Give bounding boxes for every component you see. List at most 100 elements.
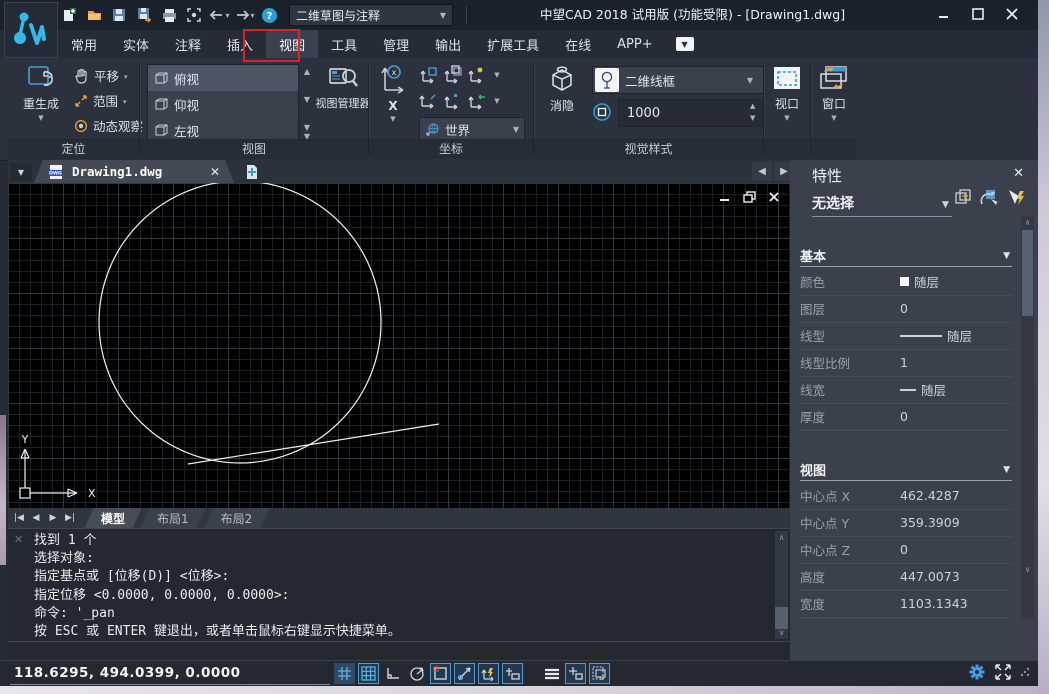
tab-app-plus[interactable]: APP+ [604,30,665,58]
dynamic-input-toggle[interactable] [502,663,523,684]
fullscreen-icon[interactable] [994,664,1012,680]
tab-online[interactable]: 在线 [552,30,604,58]
prop-row-center-y[interactable]: 中心点 Y 359.3909 [800,509,1012,537]
tab-common[interactable]: 常用 [58,30,110,58]
workspace-selector[interactable]: 二维草图与注释 ▼ [289,4,453,26]
regen-button[interactable]: 重生成 ▼ [16,64,66,122]
prop-row-lineweight[interactable]: 线宽 随层 [800,376,1012,404]
status-menu-button[interactable] [541,663,562,684]
prop-row-center-z[interactable]: 中心点 Z 0 [800,536,1012,564]
undo-button[interactable]: ▾ [208,4,230,26]
prop-row-linetype[interactable]: 线型 随层 [800,322,1012,350]
properties-scrollbar[interactable]: ∧ ∨ [1021,216,1034,618]
viewport-scale-toggle[interactable] [589,663,610,684]
ucs-selector[interactable]: 世界 ▼ [419,117,525,141]
tab-output[interactable]: 输出 [422,30,474,58]
new-document-button[interactable] [240,163,264,181]
chevron-down-icon[interactable]: ▼ [942,200,949,210]
redo-dropdown-arrow[interactable]: ▾ [250,11,254,20]
polar-tracking-toggle[interactable] [406,663,427,684]
doc-close-button[interactable] [768,191,780,203]
prop-row-center-x[interactable]: 中心点 X 462.4287 [800,482,1012,510]
close-button[interactable] [1002,6,1022,22]
doc-minimize-button[interactable] [718,191,731,203]
prev-tab-button[interactable]: ◀ [29,511,43,525]
undo-dropdown-arrow[interactable]: ▾ [225,11,229,20]
prop-row-layer[interactable]: 图层 0 [800,295,1012,323]
ribbon-options-dropdown[interactable]: ▼ [676,37,694,51]
app-logo[interactable] [4,2,58,58]
doc-tabs-menu-button[interactable]: ▼ [10,163,32,181]
scroll-thumb[interactable] [1022,230,1033,316]
ucs-origin-button[interactable] [419,65,443,85]
tab-express-tools[interactable]: 扩展工具 [474,30,552,58]
window-button[interactable]: 窗口 ▼ [815,64,853,122]
prop-row-width[interactable]: 宽度 1103.1343 [800,590,1012,618]
next-tab-button[interactable]: ▶ [46,511,60,525]
last-tab-button[interactable]: ▶| [63,511,77,525]
scroll-up-icon[interactable]: ∧ [779,533,785,542]
tab-annotate[interactable]: 注释 [162,30,214,58]
settings-gear-icon[interactable] [968,663,986,681]
chevron-down-icon[interactable]: ▼ [491,97,503,105]
ucs-named-button[interactable] [467,91,491,111]
quick-select-icon[interactable] [1006,188,1028,208]
tab-layout1[interactable]: 布局1 [141,508,205,528]
spinner-up-icon[interactable]: ▲ [750,102,755,110]
dynamic-ucs-toggle[interactable] [478,663,499,684]
save-as-button[interactable] [133,4,155,26]
command-scroll-thumb[interactable] [775,607,788,629]
drawing-canvas[interactable]: Y X [8,183,790,508]
print-button[interactable] [158,4,180,26]
tab-tools[interactable]: 工具 [318,30,370,58]
scale-value-input[interactable]: 1000 [618,99,764,127]
chevron-down-icon[interactable]: ▼ [491,71,503,79]
open-folder-button[interactable] [83,4,105,26]
redo-button[interactable]: ▾ [233,4,255,26]
doc-restore-button[interactable] [743,191,756,203]
ucs-world-button[interactable] [419,91,443,111]
document-tab[interactable]: DWG Drawing1.dwg ✕ [34,160,234,183]
pickadd-toggle-icon[interactable] [954,188,974,208]
hide-button[interactable]: 消隐 [540,64,584,114]
help-button[interactable]: ? [258,4,280,26]
prop-row-height[interactable]: 高度 447.0073 [800,563,1012,591]
scroll-down-icon[interactable]: ▼ [304,95,310,104]
tab-manage[interactable]: 管理 [370,30,422,58]
resize-grip[interactable] [1020,667,1030,677]
collapse-left-icon[interactable]: ◀ [752,162,772,181]
prop-row-linetype-scale[interactable]: 线型比例 1 [800,349,1012,377]
prop-row-color[interactable]: 颜色 随层 [800,268,1012,296]
scroll-down-icon[interactable]: ∨ [779,628,785,637]
view-manager-button[interactable]: 视图管理器 [318,64,368,111]
object-snap-tracking-toggle[interactable] [454,663,475,684]
object-snap-toggle[interactable] [430,663,451,684]
command-close-icon[interactable]: ✕ [14,533,23,546]
selection-filter[interactable]: 无选择 [812,193,854,213]
tab-model[interactable]: 模型 [85,508,141,528]
maximize-button[interactable] [968,6,988,22]
visual-style-selector[interactable]: 二维线框 ▼ [592,66,764,94]
scale-spinner[interactable]: ▲ ▼ [750,99,755,125]
first-tab-button[interactable]: |◀ [12,511,26,525]
ucs-x-button[interactable]: x X ▼ [373,62,413,123]
view-list-item-bottom[interactable]: 仰视 [148,91,298,117]
tab-layout2[interactable]: 布局2 [205,508,269,528]
save-button[interactable] [108,4,130,26]
select-objects-icon[interactable] [978,188,1000,208]
ortho-mode-toggle[interactable] [382,663,403,684]
scroll-down-icon[interactable]: ∨ [1021,565,1034,574]
pan-button[interactable]: 平移▾ [74,66,128,85]
grid-display-toggle[interactable] [334,663,355,684]
section-view[interactable]: 视图▼ [800,460,1012,481]
ucs-z-axis-button[interactable] [443,91,467,111]
minimize-button[interactable] [934,6,954,22]
clean-screen-button[interactable] [183,4,205,26]
scroll-up-icon[interactable]: ∧ [1021,218,1034,227]
command-window[interactable]: ✕ 找到 1 个选择对象:指定基点或 [位移(D)] <位移>:指定位移 <0.… [8,528,790,660]
properties-close-icon[interactable]: ✕ [1013,166,1024,181]
spinner-down-icon[interactable]: ▼ [750,114,755,122]
ucs-object-button[interactable] [467,65,491,85]
add-scales-toggle[interactable] [565,663,586,684]
scroll-up-icon[interactable]: ▲ [304,67,310,76]
